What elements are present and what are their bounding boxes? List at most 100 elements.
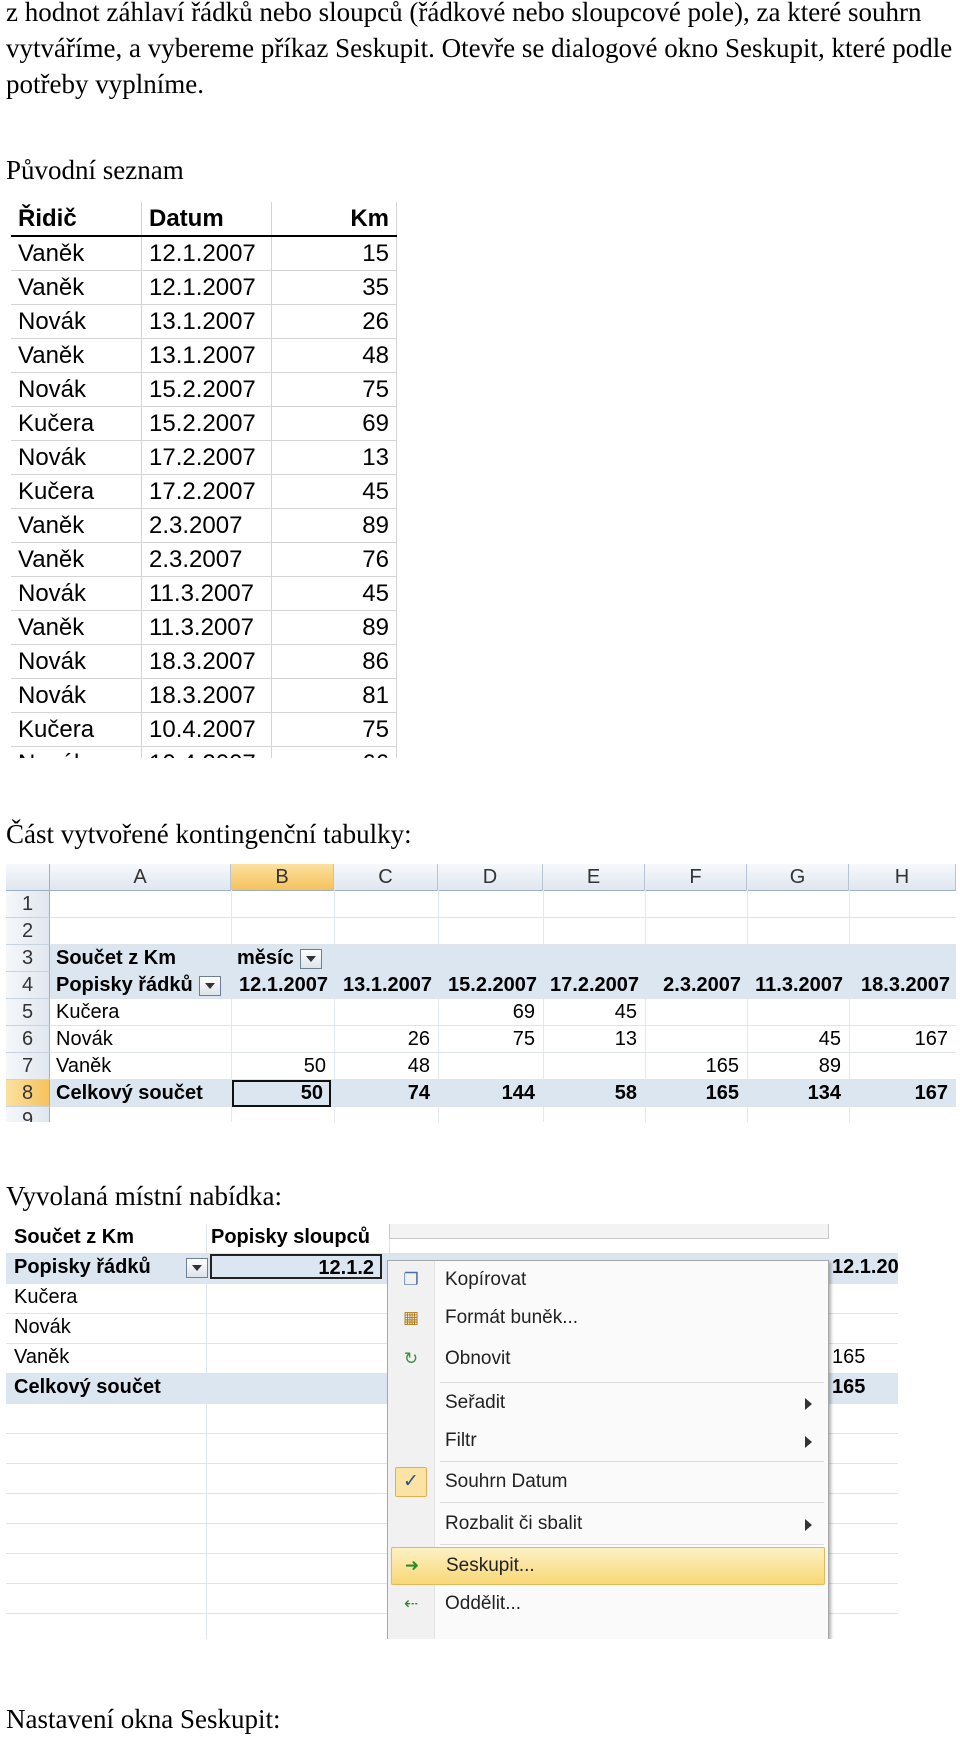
value-field-label: Součet z Km [56,947,177,969]
value-field-label: Součet z Km [14,1226,135,1248]
list-cell: 48 [271,338,397,373]
ungroup-arrow-icon: ⇠ [403,1594,419,1613]
menu-item-copy[interactable]: ❐ Kopírovat [388,1262,828,1298]
pivot-value: 48 [407,1055,430,1077]
context-menu-screenshot: Součet z Km Popisky sloupců Popisky řádk… [6,1224,898,1639]
row-header-6[interactable]: 6 [6,1026,50,1053]
list-cell: Kučera [11,474,142,509]
list-cell: 12.1.2007 [141,270,272,305]
list-cell: 86 [271,644,397,679]
submenu-arrow-icon [805,1436,812,1448]
list-cell: 13.1.2007 [141,338,272,373]
menu-item-expand-collapse[interactable]: Rozbalit či sbalit [388,1506,828,1542]
pivot-value: 13 [614,1028,637,1050]
row-header-1[interactable]: 1 [6,891,50,918]
total-label: Celkový součet [14,1376,161,1398]
pivot-value: 69 [512,1001,535,1023]
active-cell[interactable]: 50 [232,1080,331,1107]
menu-item-group[interactable]: ➜ Seskupit... [391,1547,825,1585]
row-header-2[interactable]: 2 [6,918,50,945]
pivot-column-date[interactable]: 13.1.2007 [338,972,432,998]
selected-date-cell[interactable]: 12.1.2 [210,1254,382,1279]
list-cell: Novák [11,678,142,713]
list-cell: 75 [271,712,397,747]
menu-item-ungroup[interactable]: ⇠ Oddělit... [388,1586,828,1622]
row-header-7[interactable]: 7 [6,1053,50,1080]
pivot-column-date[interactable]: 11.3.2007 [751,972,843,998]
column-header-g[interactable]: G [747,864,849,891]
pivot-column-date[interactable]: 2.3.2007 [649,972,741,998]
menu-item-format-cells[interactable]: ▦ Formát buněk... [388,1300,828,1336]
grand-total-label: Celkový součet [56,1082,203,1104]
list-cell: 17.2.2007 [141,474,272,509]
menu-item-summary-date[interactable]: ✓ Souhrn Datum [388,1464,828,1500]
column-header-f[interactable]: F [645,864,747,891]
pivot-value: 26 [407,1028,430,1050]
list-row: Novák 11.3.2007 45 [11,576,397,611]
sheet-row [50,1107,956,1122]
pivot-row-label[interactable]: Kučera [56,999,119,1025]
pivot-column-date[interactable]: 17.2.2007 [547,972,639,998]
submenu-arrow-icon [805,1398,812,1410]
list-cell: 11.3.2007 [141,576,272,611]
list-cell: 18.3.2007 [141,678,272,713]
column-header-h[interactable]: H [849,864,956,891]
column-header-d[interactable]: D [438,864,543,891]
grand-total-value: 144 [501,1082,535,1104]
list-row: Novák 18.3.2007 81 [11,678,397,713]
list-cell: Kučera [11,712,142,747]
list-cell: 11.3.2007 [141,610,272,645]
list-cell: 35 [271,270,397,305]
row-labels-dropdown-icon[interactable] [186,1258,208,1278]
pivot-row-label[interactable]: Vaněk [56,1053,111,1079]
row-label: Novák [14,1316,71,1338]
row-header-3[interactable]: 3 [6,945,50,972]
column-header-c[interactable]: C [334,864,438,891]
menu-item-label: Formát buněk... [445,1307,579,1328]
list-column-header: Km [271,202,397,237]
pivot-row-label[interactable]: Novák [56,1026,113,1052]
list-row: Vaněk 13.1.2007 48 [11,338,397,373]
list-cell: Novák [11,440,142,475]
row-header-5[interactable]: 5 [6,999,50,1026]
list-cell: 10.4.2007 [141,712,272,747]
select-all-corner[interactable] [6,864,50,891]
format-cells-icon: ▦ [402,1308,420,1327]
pivot-column-date[interactable]: 15.2.2007 [442,972,537,998]
column-header-b[interactable]: B [231,864,334,891]
column-labels-header[interactable]: Popisky sloupců [211,1224,370,1250]
list-cell: 15.2.2007 [141,406,272,441]
menu-item-filter[interactable]: Filtr [388,1423,828,1459]
row-header-8[interactable]: 8 [6,1080,50,1107]
mini-toolbar[interactable] [389,1224,829,1239]
menu-item-sort[interactable]: Seřadit [388,1385,828,1421]
list-cell: Vaněk [11,338,142,373]
row-labels-dropdown-icon[interactable] [198,975,221,996]
list-cell: 15.2.2007 [141,372,272,407]
row-header-4[interactable]: 4 [6,972,50,999]
list-cell: Novák [11,746,142,758]
column-field-dropdown-icon[interactable] [299,948,322,969]
column-field-label: měsíc [237,945,322,971]
sheet-row [50,891,956,918]
menu-item-refresh[interactable]: ↻ Obnovit [388,1341,828,1377]
row-label: Kučera [14,1286,78,1308]
list-row: Novák 15.2.2007 75 [11,372,397,407]
row-header-9[interactable]: 9 [6,1107,50,1122]
menu-item-label: Souhrn Datum [445,1471,568,1492]
list-cell: 76 [271,542,397,577]
list-cell: Vaněk [11,508,142,543]
row-label: Vaněk [14,1346,70,1368]
menu-item-label: Seskupit... [446,1555,535,1576]
list-cell: 75 [271,372,397,407]
row-labels-header: Popisky řádků [14,1256,151,1278]
pivot-column-date[interactable]: 18.3.2007 [853,972,950,998]
list-row: Vaněk 12.1.2007 35 [11,270,397,305]
column-header-e[interactable]: E [543,864,645,891]
column-header-a[interactable]: A [50,864,231,891]
sheet-row [50,918,956,945]
list-row: Vaněk 2.3.2007 76 [11,542,397,577]
heading-pivot: Část vytvořené kontingenční tabulky: [6,819,412,849]
pivot-value: 89 [818,1055,841,1077]
pivot-column-date[interactable]: 12.1.2007 [235,972,328,998]
